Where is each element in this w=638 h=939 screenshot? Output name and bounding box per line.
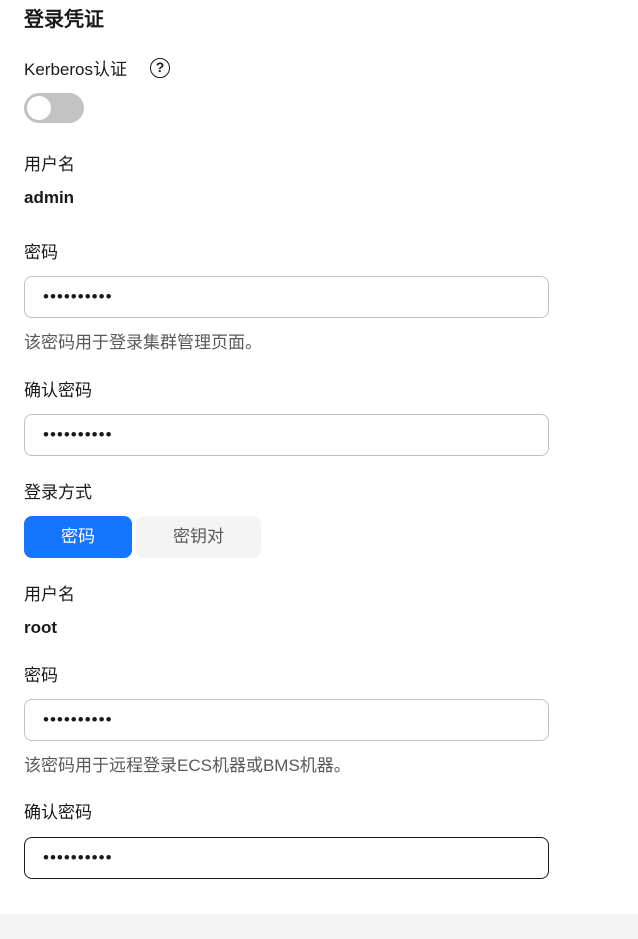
login-method-password-option[interactable]: 密码 bbox=[24, 516, 132, 558]
cluster-confirm-password-label: 确认密码 bbox=[24, 381, 92, 400]
toggle-knob bbox=[27, 96, 51, 120]
cluster-password-hint: 该密码用于登录集群管理页面。 bbox=[24, 333, 262, 352]
cluster-password-label: 密码 bbox=[24, 243, 58, 262]
cluster-username-value: admin bbox=[24, 188, 75, 207]
node-username-label: 用户名 bbox=[24, 585, 75, 604]
section-title: 登录凭证 bbox=[24, 9, 104, 31]
node-password-hint: 该密码用于远程登录ECS机器或BMS机器。 bbox=[24, 756, 351, 775]
node-confirm-password-input[interactable]: •••••••••• bbox=[24, 837, 549, 879]
kerberos-label: Kerberos认证 bbox=[24, 60, 127, 79]
node-username-value: root bbox=[24, 618, 58, 637]
kerberos-toggle[interactable] bbox=[24, 93, 84, 123]
cluster-password-input[interactable]: •••••••••• bbox=[24, 276, 549, 318]
login-method-label: 登录方式 bbox=[24, 483, 92, 502]
footer-bar bbox=[0, 914, 638, 939]
cluster-username-label: 用户名 bbox=[24, 155, 75, 174]
node-password-input[interactable]: •••••••••• bbox=[24, 699, 549, 741]
node-password-label: 密码 bbox=[24, 666, 58, 685]
login-method-keypair-option[interactable]: 密钥对 bbox=[136, 516, 261, 558]
help-circle-icon[interactable]: ? bbox=[150, 58, 170, 78]
cluster-confirm-password-input[interactable]: •••••••••• bbox=[24, 414, 549, 456]
node-confirm-password-label: 确认密码 bbox=[24, 803, 92, 822]
